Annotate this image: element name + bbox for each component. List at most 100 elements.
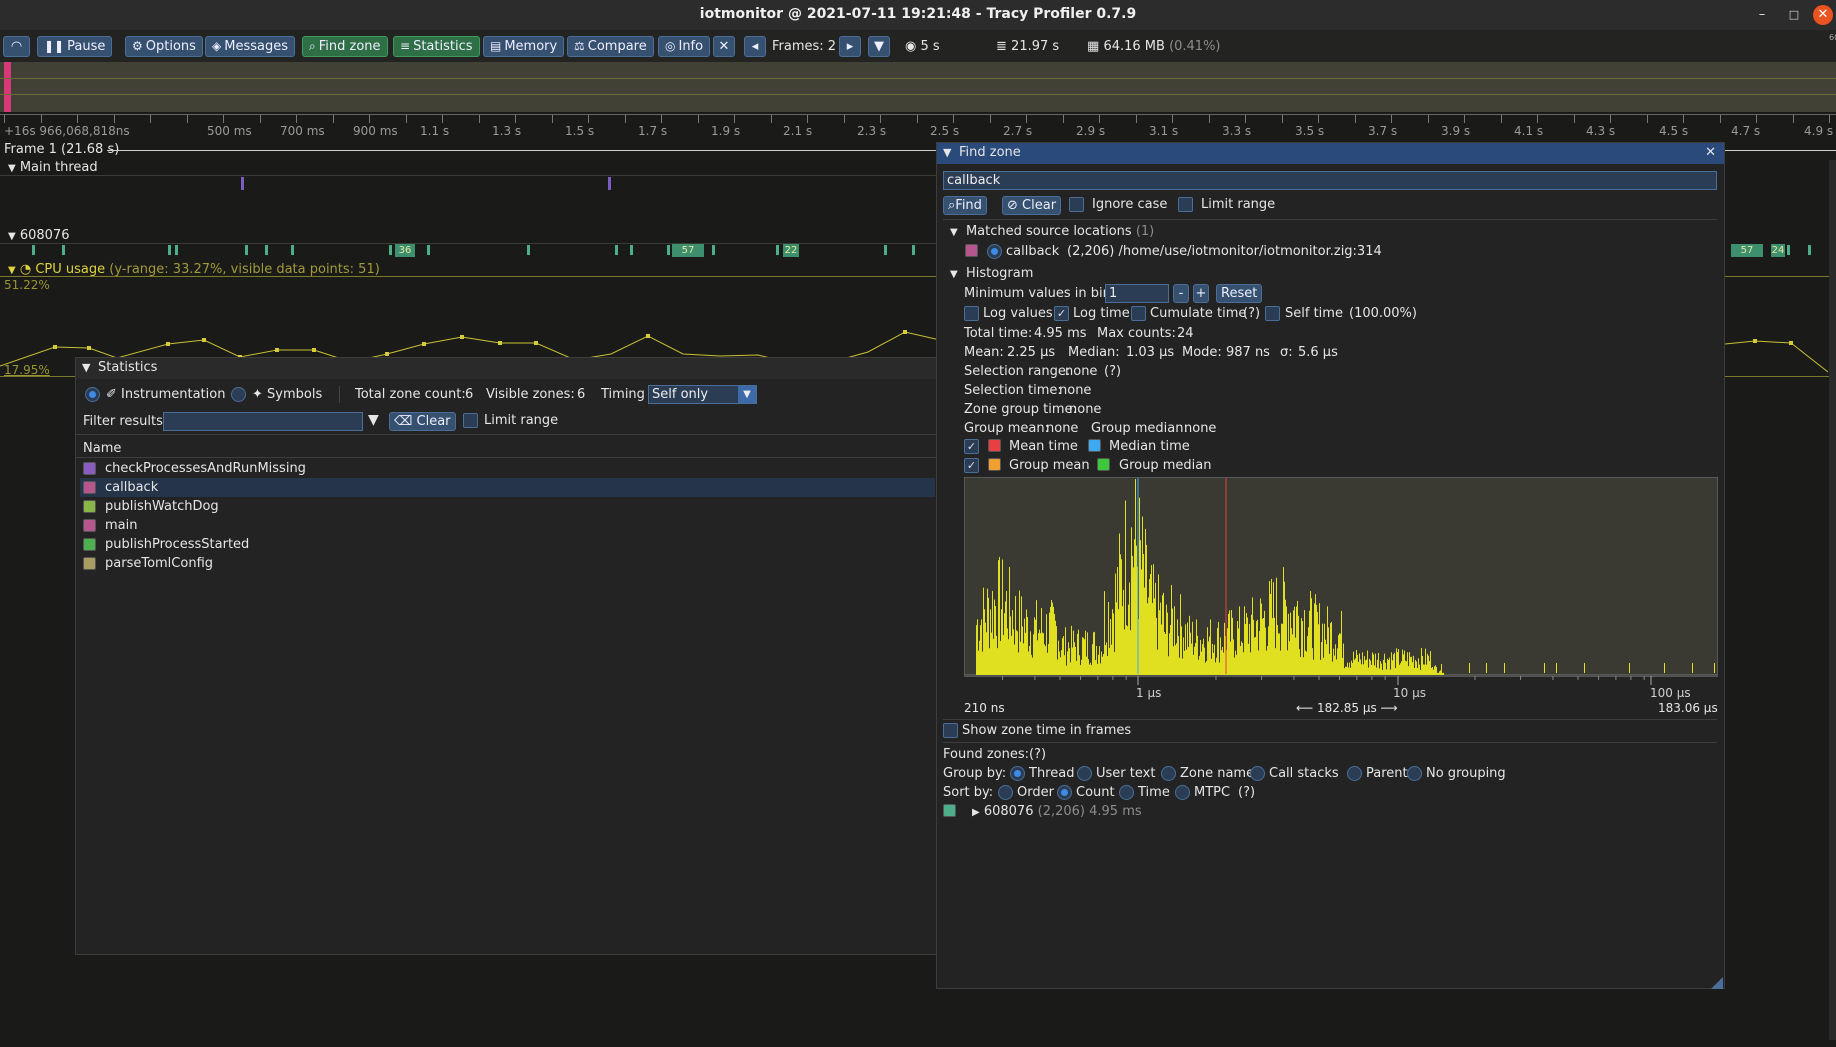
stats-row[interactable]: checkProcessesAndRunMissing (80, 459, 935, 478)
zone-group[interactable]: 36 (395, 244, 415, 257)
thread-zone[interactable] (712, 245, 715, 255)
stats-row[interactable]: parseTomlConfig (80, 554, 935, 573)
min-values-decrement[interactable]: - (1173, 284, 1189, 303)
group-by-radio[interactable] (1347, 766, 1362, 781)
thread-zone[interactable] (389, 245, 392, 255)
thread-zone[interactable] (1787, 245, 1790, 255)
group-by-radio[interactable] (1407, 766, 1422, 781)
main-zone[interactable] (241, 177, 244, 190)
next-frame-button[interactable]: ▸ (839, 36, 861, 57)
thread-zone[interactable] (32, 245, 35, 255)
filter-input[interactable] (163, 412, 363, 431)
zone-search-input[interactable]: callback (943, 171, 1717, 190)
statistics-limit-range-checkbox[interactable] (463, 413, 478, 428)
statistics-clear-button[interactable]: ⌫ Clear (389, 412, 456, 431)
thread-zone[interactable] (168, 245, 171, 255)
ignore-case-checkbox[interactable] (1069, 197, 1084, 212)
frame-dropdown-button[interactable]: ▼ (868, 36, 890, 57)
resize-grip[interactable] (1711, 977, 1723, 989)
maximize-button[interactable]: □ (1784, 5, 1804, 25)
memory-button[interactable]: ▤ Memory (483, 36, 565, 57)
found-zones-help[interactable]: (?) (1029, 747, 1046, 762)
zone-group[interactable]: 22 (783, 244, 799, 257)
close-button[interactable]: ✕ (1813, 5, 1833, 25)
thread-zone[interactable] (62, 245, 65, 255)
show-zone-time-checkbox[interactable] (943, 723, 958, 738)
histogram-section-header[interactable]: ▼ Histogram (950, 266, 1033, 281)
thread-zone[interactable] (630, 245, 633, 255)
selection-range-help[interactable]: (?) (1104, 364, 1121, 379)
group-by-radio[interactable] (1250, 766, 1265, 781)
main-zone[interactable] (608, 177, 611, 190)
min-values-increment[interactable]: + (1193, 284, 1209, 303)
log-time-checkbox[interactable]: ✓ (1054, 306, 1069, 321)
sort-by-radio[interactable] (1175, 785, 1190, 800)
thread-zone[interactable] (1808, 245, 1811, 255)
sort-help[interactable]: (?) (1238, 785, 1255, 800)
thread-zone[interactable] (291, 245, 294, 255)
info-button[interactable]: ◎ Info (658, 36, 711, 57)
zone-group[interactable]: 57 (672, 244, 704, 257)
close-icon[interactable]: ✕ (1705, 143, 1716, 163)
tools-button[interactable]: ✕ (713, 36, 735, 57)
result-group-row[interactable]: ▶ 608076 (2,206) 4.95 ms (972, 804, 1142, 819)
stats-row[interactable]: publishWatchDog (80, 497, 935, 516)
sort-by-radio[interactable] (1119, 785, 1134, 800)
connection-button[interactable]: ◠ (3, 36, 30, 57)
thread-zone[interactable] (776, 245, 779, 255)
thread-zone[interactable] (884, 245, 887, 255)
find-button[interactable]: ⌕Find (943, 196, 987, 215)
self-time-checkbox[interactable] (1265, 306, 1280, 321)
histogram-plot[interactable] (964, 477, 1718, 677)
group-by-radio[interactable] (1010, 766, 1025, 781)
find-limit-range-checkbox[interactable] (1178, 197, 1193, 212)
log-values-checkbox[interactable] (964, 306, 979, 321)
cumulate-time-checkbox[interactable] (1131, 306, 1146, 321)
main-thread-label[interactable]: ▼ Main thread (8, 160, 98, 175)
show-mean-median-checkbox[interactable]: ✓ (964, 439, 979, 454)
reset-button[interactable]: Reset (1216, 284, 1263, 303)
timing-select[interactable]: Self only ▼ (648, 385, 757, 404)
find-zone-window-header[interactable]: ▼ Find zone ✕ (937, 143, 1724, 164)
column-header-name[interactable]: Name (83, 441, 121, 456)
symbols-radio[interactable] (231, 387, 246, 402)
stats-row[interactable]: main (80, 516, 935, 535)
cumulate-help[interactable]: (?) (1243, 306, 1260, 321)
messages-button[interactable]: ◈ Messages (205, 36, 295, 57)
thread-zone[interactable] (527, 245, 530, 255)
stats-row[interactable]: callback (80, 478, 935, 497)
zone-group[interactable]: 24 (1771, 244, 1785, 257)
statistics-window-header[interactable]: ▼ Statistics (76, 358, 944, 379)
frame-overview[interactable] (0, 62, 1836, 112)
group-by-radio[interactable] (1161, 766, 1176, 781)
find-zone-button[interactable]: ⌕ Find zone (302, 36, 388, 57)
options-button[interactable]: ⚙ Options (125, 36, 203, 57)
thread-zone[interactable] (245, 245, 248, 255)
show-group-checkbox[interactable]: ✓ (964, 458, 979, 473)
instrumentation-radio[interactable] (85, 387, 100, 402)
prev-frame-button[interactable]: ◂ (744, 36, 766, 57)
stats-row[interactable]: publishProcessStarted (80, 535, 935, 554)
group-by-radio[interactable] (1077, 766, 1092, 781)
cpu-usage-label[interactable]: ▼ ◔ CPU usage (y-range: 33.27%, visible … (8, 262, 380, 277)
thread-608076-label[interactable]: ▼ 608076 (8, 228, 69, 243)
sort-by-radio[interactable] (998, 785, 1013, 800)
thread-zone[interactable] (912, 245, 915, 255)
frame-label[interactable]: Frame 1 (21.68 s) (4, 142, 119, 157)
thread-zone[interactable] (427, 245, 430, 255)
thread-zone[interactable] (265, 245, 268, 255)
statistics-button[interactable]: ≡ Statistics (393, 36, 480, 57)
filter-icon[interactable]: ▼ (368, 412, 379, 428)
sort-by-radio[interactable] (1057, 785, 1072, 800)
zone-group[interactable]: 57 (1731, 244, 1763, 257)
thread-zone[interactable] (615, 245, 618, 255)
minimize-button[interactable]: – (1752, 5, 1772, 25)
find-clear-button[interactable]: ⊘ Clear (1002, 196, 1062, 215)
pause-button[interactable]: ❚❚ Pause (37, 36, 113, 57)
matched-section-header[interactable]: ▼ Matched source locations (1) (950, 224, 1154, 239)
match-radio[interactable] (987, 244, 1002, 259)
min-values-input[interactable]: 1 (1105, 284, 1169, 303)
thread-zone[interactable] (667, 245, 670, 255)
compare-button[interactable]: ⚖ Compare (567, 36, 654, 57)
thread-zone[interactable] (175, 245, 178, 255)
